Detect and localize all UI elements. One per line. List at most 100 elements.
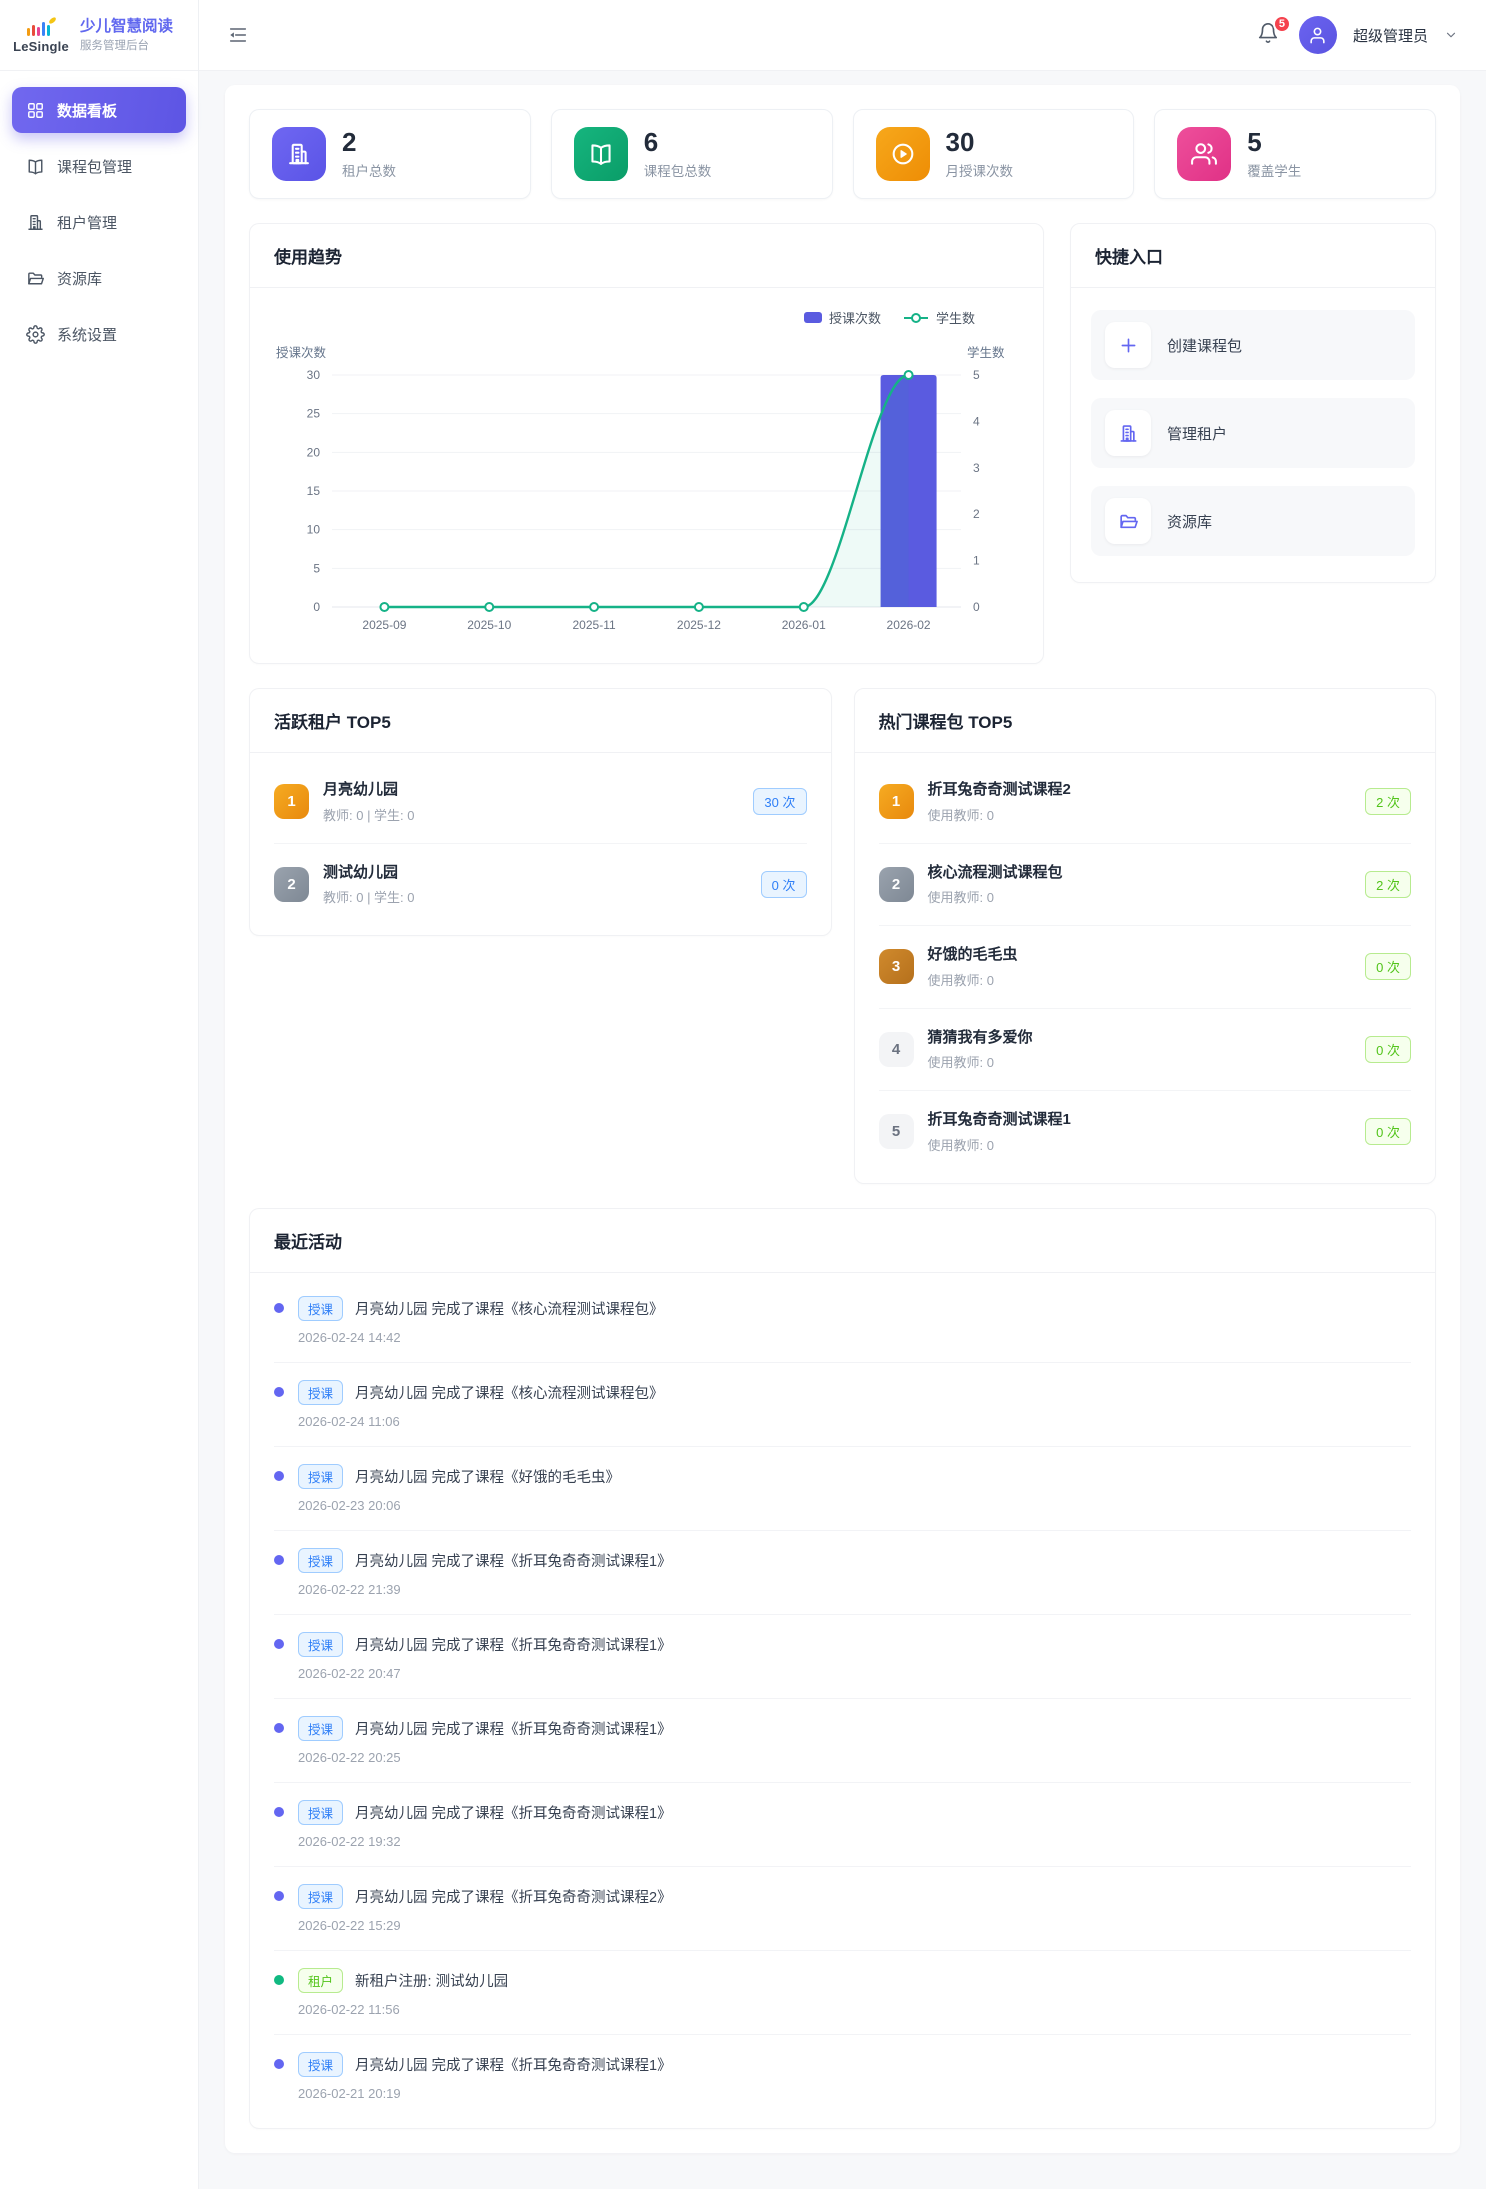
sidebar-item-settings[interactable]: 系统设置 xyxy=(12,311,186,357)
brand-title: 少儿智慧阅读 xyxy=(80,17,173,36)
hot-courses-title: 热门课程包 TOP5 xyxy=(855,689,1436,753)
recent-activity-card: 最近活动 授课 月亮幼儿园 完成了课程《核心流程测试课程包》 2026-02-2… xyxy=(249,1208,1436,2129)
stat-card: 2 租户总数 xyxy=(249,109,531,199)
legend-label: 学生数 xyxy=(936,308,975,327)
item-name: 折耳兔奇奇测试课程1 xyxy=(928,1110,1352,1130)
count-badge: 0 次 xyxy=(1365,1118,1411,1145)
sidebar-item-tenants[interactable]: 租户管理 xyxy=(12,199,186,245)
stat-card: 5 覆盖学生 xyxy=(1154,109,1436,199)
activity-tag: 授课 xyxy=(298,1800,343,1825)
svg-text:25: 25 xyxy=(307,407,321,421)
stat-value: 5 xyxy=(1247,128,1301,157)
activity-time: 2026-02-22 21:39 xyxy=(298,1582,1411,1597)
activity-dot xyxy=(274,1303,284,1313)
gear-icon xyxy=(26,325,45,344)
activity-text: 月亮幼儿园 完成了课程《折耳兔奇奇测试课程1》 xyxy=(355,1550,672,1571)
activity-tag: 授课 xyxy=(298,1296,343,1321)
stat-label: 月授课次数 xyxy=(946,160,1014,180)
top-list-item: 1 折耳兔奇奇测试课程2 使用教师: 0 2 次 xyxy=(879,761,1412,844)
legend-item[interactable]: 授课次数 xyxy=(804,308,881,327)
sidebar-collapse-icon[interactable] xyxy=(227,23,251,47)
book-icon xyxy=(574,127,628,181)
sidebar-item-label: 租户管理 xyxy=(57,212,117,233)
play-icon xyxy=(876,127,930,181)
activity-text: 月亮幼儿园 完成了课程《折耳兔奇奇测试课程1》 xyxy=(355,1634,672,1655)
top-list-item: 4 猜猜我有多爱你 使用教师: 0 0 次 xyxy=(879,1009,1412,1092)
usage-trend-card: 使用趋势 授课次数学生数 051015202530012345授课次数学生数20… xyxy=(249,223,1044,664)
item-sub: 教师: 0 | 学生: 0 xyxy=(323,805,739,824)
activity-dot xyxy=(274,1975,284,1985)
svg-text:2025-11: 2025-11 xyxy=(573,618,616,632)
activity-item: 授课 月亮幼儿园 完成了课程《核心流程测试课程包》 2026-02-24 14:… xyxy=(274,1279,1411,1363)
usage-trend-chart: 051015202530012345授课次数学生数2025-092025-102… xyxy=(274,327,1019,649)
legend-label: 授课次数 xyxy=(829,308,881,327)
activity-text: 月亮幼儿园 完成了课程《折耳兔奇奇测试课程2》 xyxy=(355,1886,672,1907)
legend-item[interactable]: 学生数 xyxy=(903,308,975,327)
stat-card: 6 课程包总数 xyxy=(551,109,833,199)
quick-entry-create-course-package[interactable]: 创建课程包 xyxy=(1091,310,1415,380)
lesingle-logo-icon: LeSingle xyxy=(12,16,70,54)
activity-tag: 租户 xyxy=(298,1968,343,1993)
user-name[interactable]: 超级管理员 xyxy=(1353,25,1428,46)
svg-text:15: 15 xyxy=(307,484,321,498)
quick-entry-label: 资源库 xyxy=(1167,511,1212,532)
count-badge: 0 次 xyxy=(761,871,807,898)
quick-entry-manage-tenants[interactable]: 管理租户 xyxy=(1091,398,1415,468)
activity-text: 月亮幼儿园 完成了课程《折耳兔奇奇测试课程1》 xyxy=(355,1718,672,1739)
activity-time: 2026-02-24 14:42 xyxy=(298,1330,1411,1345)
chevron-down-icon[interactable] xyxy=(1444,28,1458,42)
logo-block: LeSingle 少儿智慧阅读 服务管理后台 xyxy=(0,0,198,71)
building-icon xyxy=(26,213,45,232)
logo-text: LeSingle xyxy=(13,39,69,54)
book-icon xyxy=(26,157,45,176)
activity-item: 授课 月亮幼儿园 完成了课程《折耳兔奇奇测试课程1》 2026-02-21 20… xyxy=(274,2035,1411,2118)
activity-item: 授课 月亮幼儿园 完成了课程《核心流程测试课程包》 2026-02-24 11:… xyxy=(274,1363,1411,1447)
svg-text:2026-02: 2026-02 xyxy=(887,618,931,632)
sidebar: LeSingle 少儿智慧阅读 服务管理后台 数据看板 课程包管理 租户管理 资… xyxy=(0,0,199,2189)
item-sub: 教师: 0 | 学生: 0 xyxy=(323,887,747,906)
sidebar-item-course-packages[interactable]: 课程包管理 xyxy=(12,143,186,189)
activity-text: 月亮幼儿园 完成了课程《折耳兔奇奇测试课程1》 xyxy=(355,1802,672,1823)
notification-bell-icon[interactable]: 5 xyxy=(1257,22,1283,48)
dashboard-panel: 2 租户总数 6 课程包总数 30 月授课次数 5 覆盖学生 使用趋势 授课次数… xyxy=(225,85,1460,2153)
rank-badge: 1 xyxy=(274,784,309,819)
sidebar-item-resources[interactable]: 资源库 xyxy=(12,255,186,301)
svg-text:0: 0 xyxy=(973,600,980,614)
stats-row: 2 租户总数 6 课程包总数 30 月授课次数 5 覆盖学生 xyxy=(249,109,1436,199)
app-root: LeSingle 少儿智慧阅读 服务管理后台 数据看板 课程包管理 租户管理 资… xyxy=(0,0,1486,2189)
top-list-item: 2 核心流程测试课程包 使用教师: 0 2 次 xyxy=(879,844,1412,927)
activity-item: 授课 月亮幼儿园 完成了课程《折耳兔奇奇测试课程1》 2026-02-22 20… xyxy=(274,1699,1411,1783)
activity-text: 新租户注册: 测试幼儿园 xyxy=(355,1970,508,1991)
activity-dot xyxy=(274,1723,284,1733)
quick-entry-list: 创建课程包 管理租户 资源库 xyxy=(1071,288,1435,582)
svg-text:4: 4 xyxy=(973,414,980,428)
item-name: 折耳兔奇奇测试课程2 xyxy=(928,780,1352,800)
item-sub: 使用教师: 0 xyxy=(928,805,1352,824)
active-tenants-card: 活跃租户 TOP5 1 月亮幼儿园 教师: 0 | 学生: 0 30 次 2 测… xyxy=(249,688,832,936)
activity-dot xyxy=(274,1387,284,1397)
svg-text:0: 0 xyxy=(313,600,320,614)
activity-item: 授课 月亮幼儿园 完成了课程《折耳兔奇奇测试课程1》 2026-02-22 21… xyxy=(274,1531,1411,1615)
activity-item: 授课 月亮幼儿园 完成了课程《好饿的毛毛虫》 2026-02-23 20:06 xyxy=(274,1447,1411,1531)
activity-tag: 授课 xyxy=(298,1884,343,1909)
topbar: 5 超级管理员 xyxy=(199,0,1486,71)
hot-courses-list: 1 折耳兔奇奇测试课程2 使用教师: 0 2 次 2 核心流程测试课程包 使用教… xyxy=(855,753,1436,1183)
user-avatar[interactable] xyxy=(1299,16,1337,54)
top-list-item: 2 测试幼儿园 教师: 0 | 学生: 0 0 次 xyxy=(274,844,807,926)
stat-value: 2 xyxy=(342,128,396,157)
quick-entry-resource-library[interactable]: 资源库 xyxy=(1091,486,1415,556)
activity-text: 月亮幼儿园 完成了课程《核心流程测试课程包》 xyxy=(355,1298,664,1319)
activity-tag: 授课 xyxy=(298,1464,343,1489)
activity-time: 2026-02-22 19:32 xyxy=(298,1834,1411,1849)
activity-tag: 授课 xyxy=(298,1632,343,1657)
folder-icon xyxy=(26,269,45,288)
activity-text: 月亮幼儿园 完成了课程《核心流程测试课程包》 xyxy=(355,1382,664,1403)
recent-activity-title: 最近活动 xyxy=(250,1209,1435,1273)
activity-item: 授课 月亮幼儿园 完成了课程《折耳兔奇奇测试课程1》 2026-02-22 19… xyxy=(274,1783,1411,1867)
item-sub: 使用教师: 0 xyxy=(928,970,1352,989)
stat-label: 覆盖学生 xyxy=(1247,160,1301,180)
sidebar-item-dashboard[interactable]: 数据看板 xyxy=(12,87,186,133)
legend-line-swatch xyxy=(903,312,929,324)
item-name: 测试幼儿园 xyxy=(323,863,747,883)
activity-dot xyxy=(274,1807,284,1817)
